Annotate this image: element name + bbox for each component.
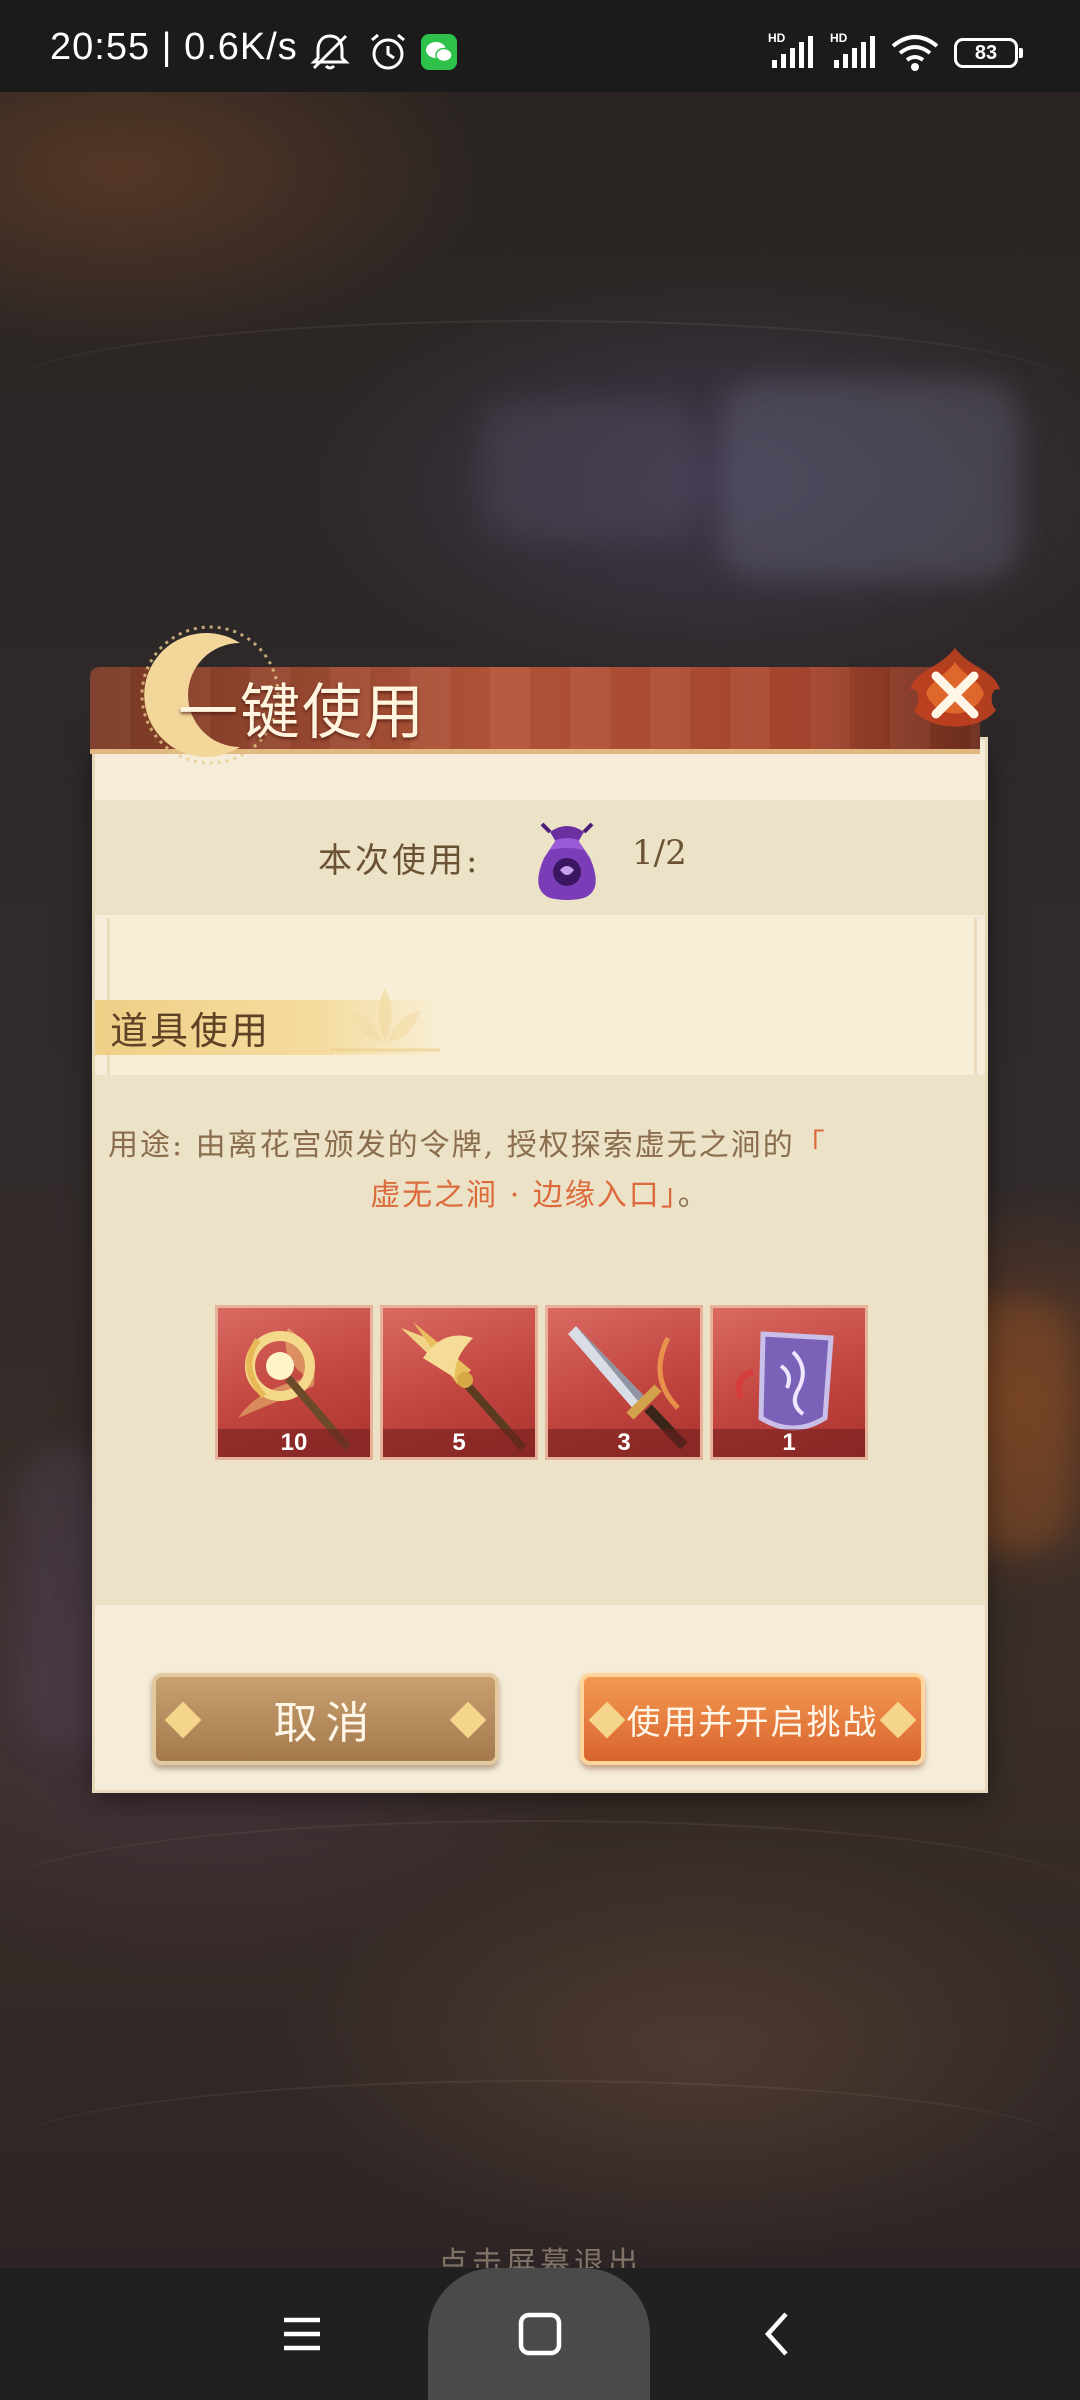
game-screen[interactable]: 20:55 | 0.6K/s HD HD 83 一键使用 本次使用: 1/2 道… [0, 0, 1080, 2400]
menu-icon [284, 2317, 320, 2351]
usage-label: 本次使用: [318, 841, 481, 881]
confirm-label: 使用并开启挑战 [626, 1702, 879, 1743]
diamond-ornament-icon [164, 1701, 202, 1739]
item-count: 1 [713, 1429, 865, 1457]
item-count: 5 [383, 1429, 535, 1457]
signal-hd-icon: HD [768, 30, 820, 78]
cancel-button[interactable]: 取消 [152, 1673, 499, 1765]
status-bar: 20:55 | 0.6K/s HD HD 83 [0, 0, 1080, 92]
diamond-ornament-icon [879, 1701, 917, 1739]
section-title: 道具使用 [110, 1009, 271, 1053]
wifi-icon [890, 34, 940, 76]
back-icon [764, 2312, 788, 2356]
background-wave [0, 1820, 1080, 1962]
usage-count: 1/2 [632, 833, 687, 873]
open-bracket: 「 [794, 1128, 827, 1163]
battery-icon: 83 [954, 38, 1023, 68]
alarm-icon [366, 30, 410, 78]
use-and-start-challenge-button[interactable]: 使用并开启挑战 [580, 1673, 925, 1765]
purple-pouch-icon [538, 822, 596, 900]
signal-hd-icon: HD [830, 30, 882, 78]
description-end: 。 [677, 1178, 710, 1213]
close-button[interactable] [900, 640, 1010, 750]
item-description-continued: 虚无之涧 · 边缘入口」。 [95, 1170, 985, 1214]
diamond-ornament-icon [449, 1701, 487, 1739]
close-bracket: 」 [660, 1178, 678, 1213]
home-button[interactable] [516, 2310, 564, 2362]
mute-bell-icon [308, 30, 352, 78]
dialog-title: 一键使用 [178, 678, 426, 748]
item-slot[interactable]: 10 [215, 1305, 373, 1460]
diamond-ornament-icon [588, 1701, 626, 1739]
background-wave [0, 2080, 1080, 2222]
cancel-label: 取消 [273, 1698, 378, 1749]
svg-text:HD: HD [830, 31, 848, 45]
item-slot[interactable]: 3 [545, 1305, 703, 1460]
background-wave [0, 320, 1080, 462]
home-icon [518, 2312, 562, 2356]
wechat-icon [421, 34, 457, 74]
menu-button[interactable] [278, 2310, 326, 2362]
status-time: 20:55 | 0.6K/s [50, 26, 298, 68]
item-count: 10 [218, 1429, 370, 1457]
close-icon [910, 648, 1000, 727]
item-description: 用途: 由离花宫颁发的令牌, 授权探索虚无之涧的「 [108, 1120, 958, 1164]
item-slot[interactable]: 1 [710, 1305, 868, 1460]
description-text: 用途: 由离花宫颁发的令牌, 授权探索虚无之涧的 [108, 1128, 795, 1163]
svg-text:HD: HD [768, 31, 786, 45]
item-count: 3 [548, 1429, 700, 1457]
highlight-location: 虚无之涧 · 边缘入口 [370, 1178, 661, 1213]
lotus-decoration-icon [330, 988, 440, 1052]
back-button[interactable] [754, 2310, 802, 2362]
item-slot[interactable]: 5 [380, 1305, 538, 1460]
